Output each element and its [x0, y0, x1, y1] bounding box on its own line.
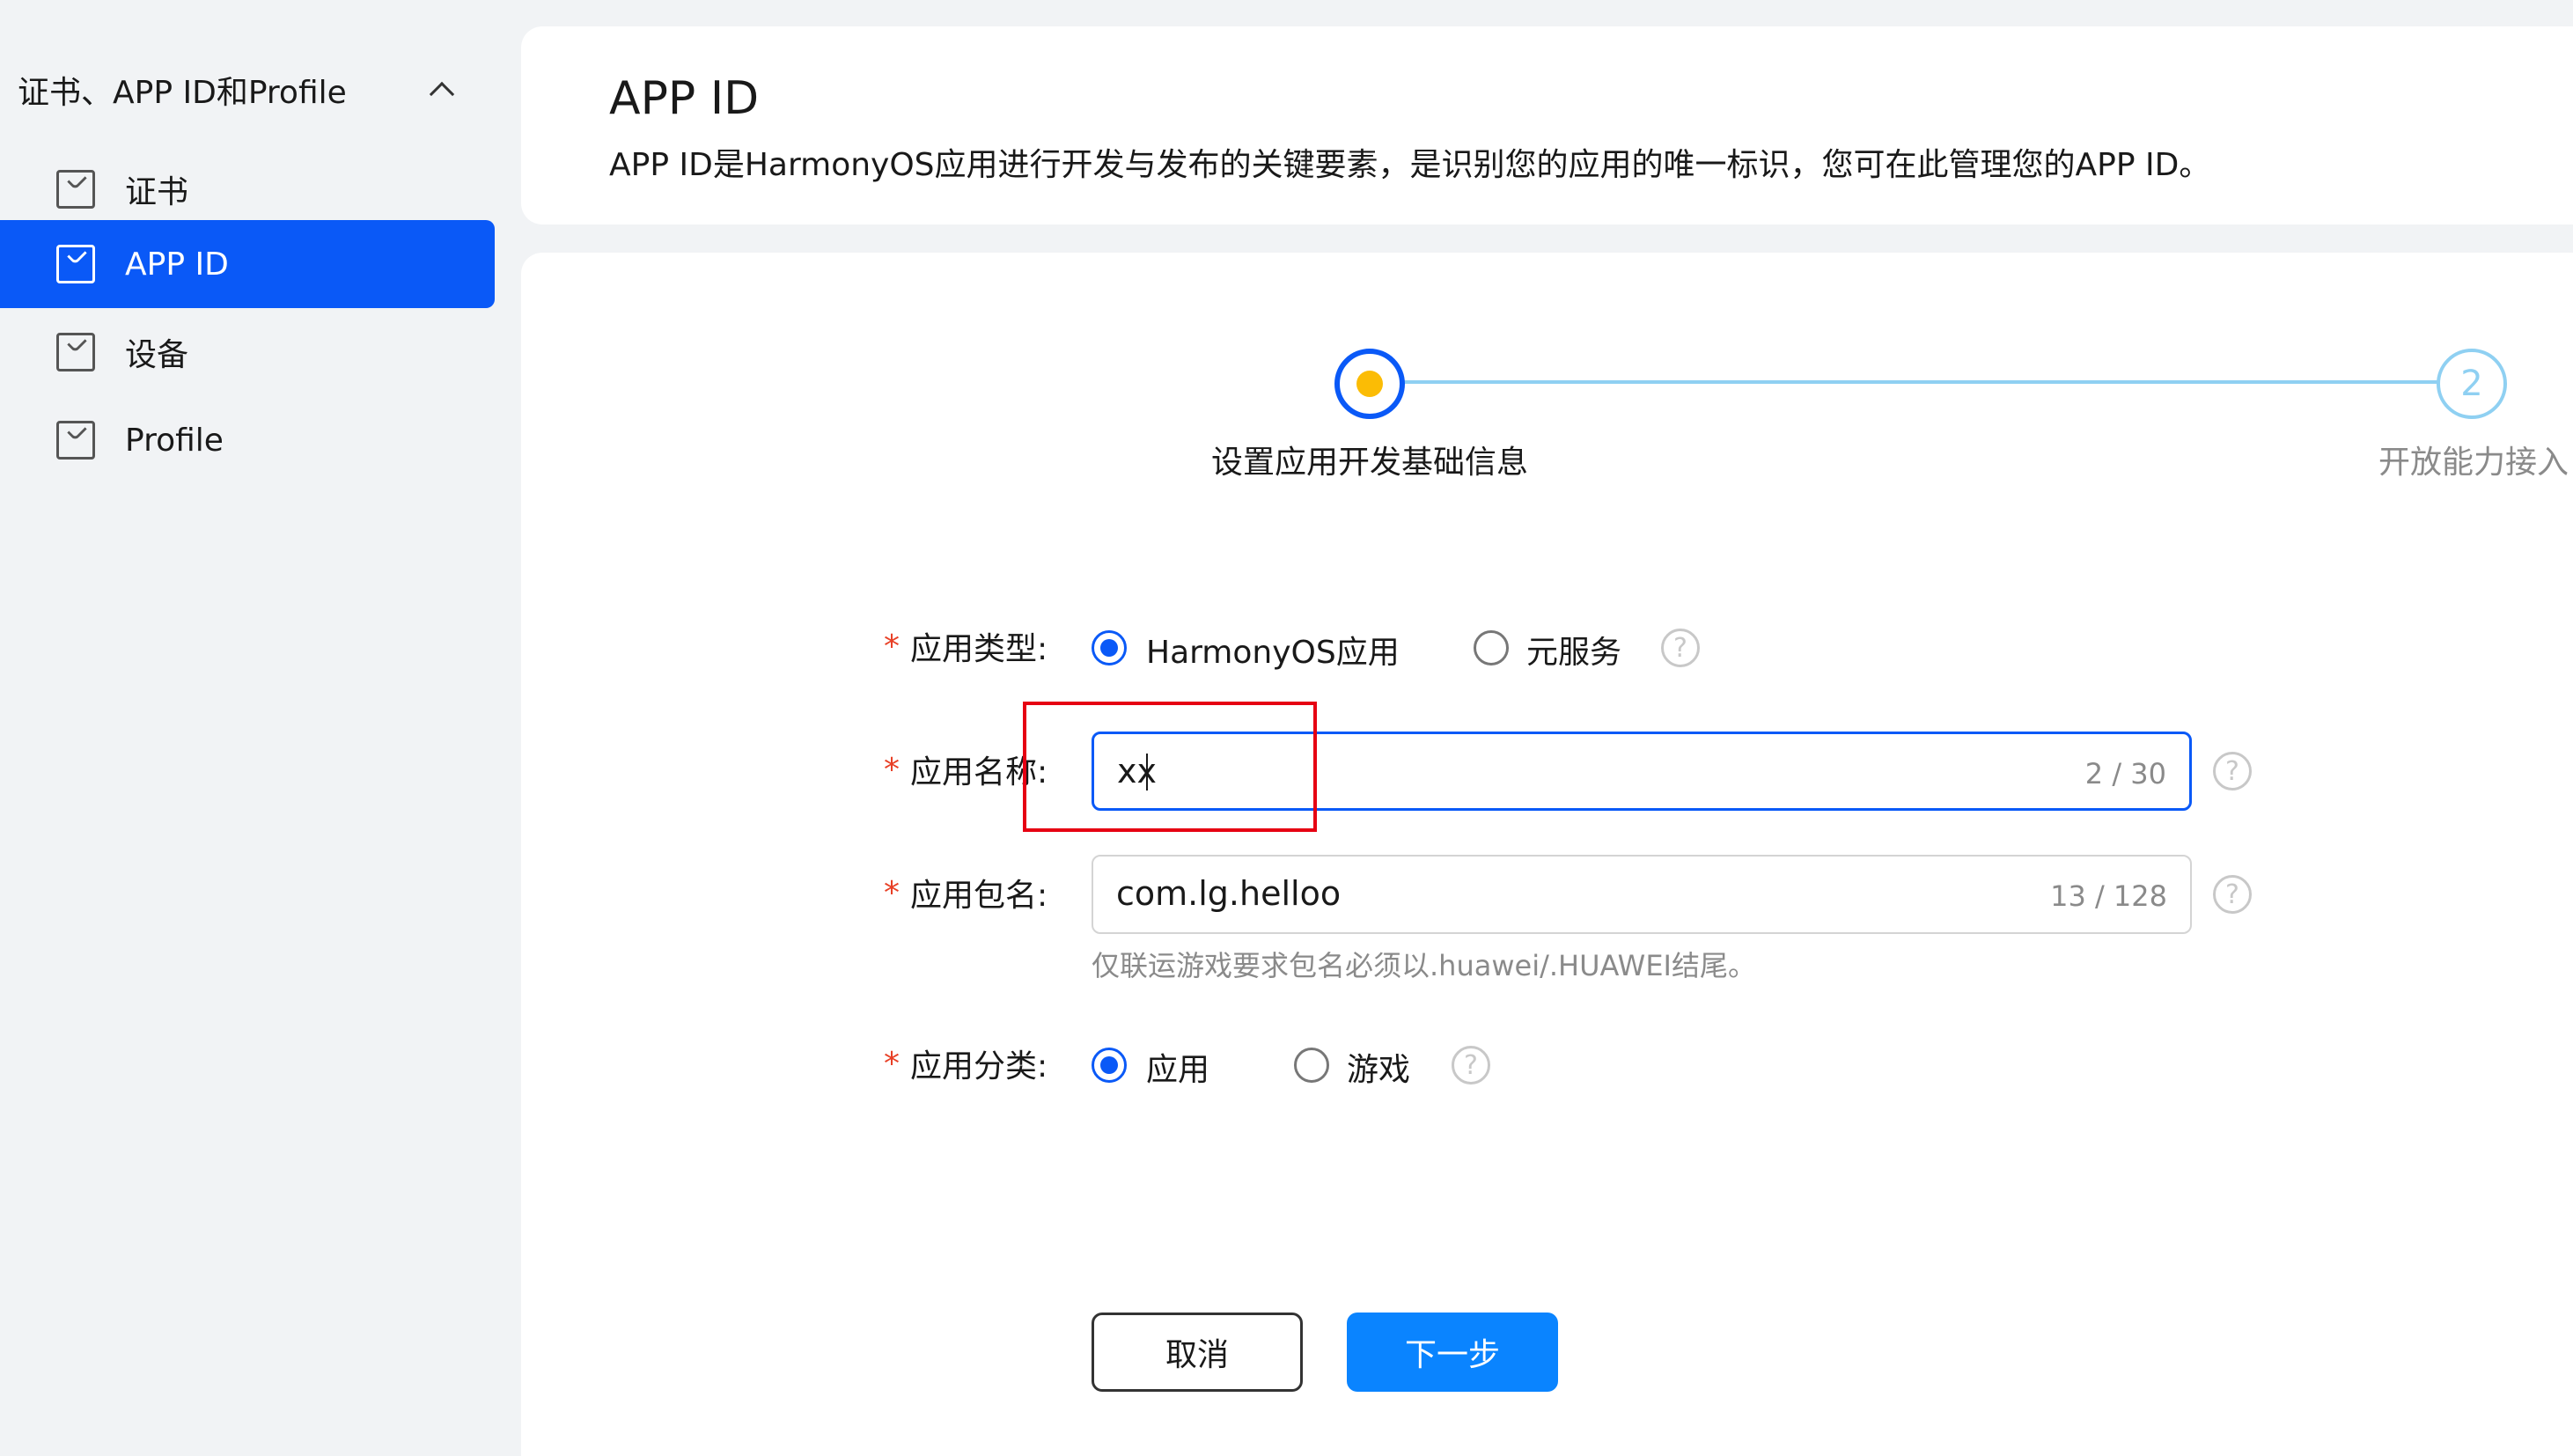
help-icon[interactable]: ?	[2213, 752, 2252, 791]
help-icon[interactable]: ?	[2213, 875, 2252, 914]
app-category-label: * 应用分类:	[884, 1041, 1048, 1086]
sidebar-item-label: Profile	[125, 422, 224, 459]
sidebar-item-label: 证书	[125, 174, 189, 210]
bag-icon	[56, 245, 95, 283]
next-step-button[interactable]: 下一步	[1347, 1313, 1558, 1392]
category-game-radio[interactable]	[1294, 1048, 1329, 1083]
cancel-button[interactable]: 取消	[1092, 1313, 1303, 1392]
sidebar-group-header[interactable]: 证书、APP ID和Profile	[18, 63, 475, 116]
app-type-label: * 应用类型:	[884, 623, 1048, 669]
header-card: APP ID APP ID是HarmonyOS应用进行开发与发布的关键要素，是识…	[521, 26, 2573, 224]
sidebar-item-profile[interactable]: Profile	[0, 396, 495, 484]
package-name-counter: 13 / 128	[2050, 879, 2167, 913]
bag-icon	[56, 421, 95, 460]
package-name-value: com.lg.helloo	[1116, 874, 1342, 913]
sidebar-item-device[interactable]: 设备	[0, 308, 495, 396]
chevron-up-icon[interactable]	[429, 81, 455, 107]
sidebar-item-label: APP ID	[125, 246, 229, 283]
step-1-current	[1334, 349, 1405, 419]
app-category-label-text: 应用分类:	[910, 1048, 1048, 1085]
help-icon[interactable]: ?	[1452, 1046, 1490, 1085]
bag-icon	[56, 333, 95, 371]
help-glyph: ?	[1464, 1049, 1478, 1081]
stepper-line	[1403, 380, 2438, 384]
app-root: 证书、APP ID和Profile 证书 APP ID 设备 Profile A…	[0, 0, 2573, 1456]
sidebar-group-label: 证书、APP ID和Profile	[18, 75, 347, 111]
help-glyph: ?	[1673, 632, 1687, 664]
package-name-hint: 仅联运游戏要求包名必须以.huawei/.HUAWEI结尾。	[1092, 949, 1756, 982]
help-glyph: ?	[2225, 755, 2239, 787]
app-type-atomic-service-radio[interactable]	[1474, 630, 1509, 665]
bag-icon	[56, 170, 95, 209]
required-mark: *	[884, 751, 900, 788]
step-current-dot	[1356, 371, 1383, 397]
package-name-label-text: 应用包名:	[910, 878, 1048, 914]
app-type-label-text: 应用类型:	[910, 631, 1048, 667]
app-type-atomic-service-label[interactable]: 元服务	[1526, 627, 1621, 673]
required-mark: *	[884, 1045, 900, 1082]
help-icon[interactable]: ?	[1661, 629, 1700, 667]
step-2-number: 2	[2460, 364, 2483, 404]
sidebar: 证书、APP ID和Profile 证书 APP ID 设备 Profile	[0, 0, 519, 1456]
page-description: APP ID是HarmonyOS应用进行开发与发布的关键要素，是识别您的应用的唯…	[609, 147, 2211, 183]
category-app-label[interactable]: 应用	[1146, 1044, 1209, 1090]
category-game-label[interactable]: 游戏	[1347, 1044, 1410, 1090]
annotation-highlight-box	[1023, 702, 1317, 832]
page-title: APP ID	[609, 72, 760, 125]
required-mark: *	[884, 874, 900, 911]
category-app-radio[interactable]	[1092, 1048, 1127, 1083]
help-glyph: ?	[2225, 879, 2239, 910]
step-1-label: 设置应用开发基础信息	[1210, 445, 1528, 481]
app-type-harmonyos-label[interactable]: HarmonyOS应用	[1146, 627, 1400, 673]
step-2-label: 开放能力接入	[2378, 445, 2569, 481]
required-mark: *	[884, 628, 900, 665]
sidebar-item-label: 设备	[125, 337, 189, 373]
sidebar-item-app-id[interactable]: APP ID	[0, 220, 495, 308]
app-name-counter: 2 / 30	[2084, 757, 2166, 791]
app-type-harmonyos-radio[interactable]	[1092, 630, 1127, 665]
step-2-pending: 2	[2437, 349, 2507, 419]
package-name-label: * 应用包名:	[884, 870, 1048, 916]
package-name-input[interactable]: com.lg.helloo 13 / 128	[1092, 855, 2192, 934]
